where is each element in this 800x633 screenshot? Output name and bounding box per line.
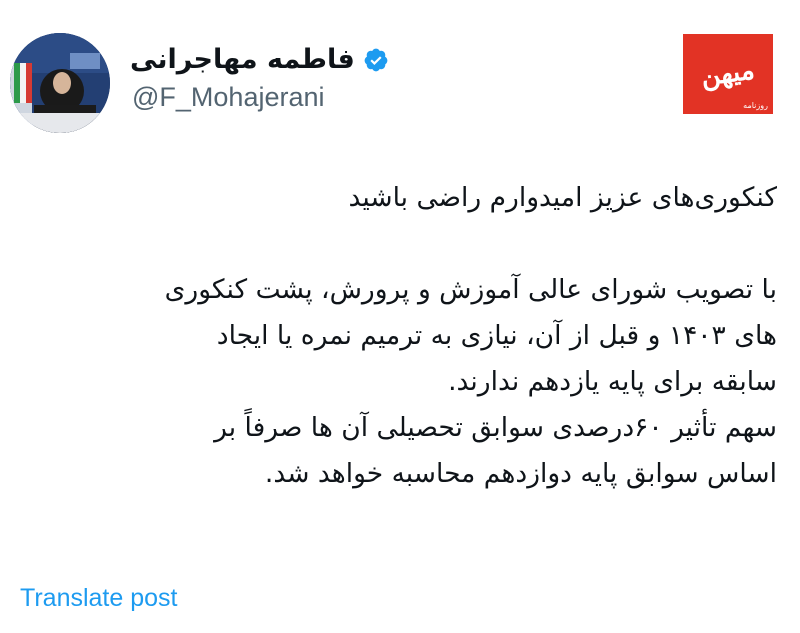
translate-post-link[interactable]: Translate post [20,584,177,613]
tweet-line: با تصویب شورای عالی آموزش و پرورش، پشت ک… [164,274,777,305]
avatar-photo [10,33,110,133]
author-handle[interactable]: @F_Mohajerani [132,82,325,113]
tweet-line: کنکوری‌های عزیز امیدوارم راضی باشید [348,182,777,213]
tweet-line: های ۱۴۰۳ و قبل از آن، نیازی به ترمیم نمر… [216,320,777,351]
source-logo: میهن روزنامه [683,34,773,114]
author-name-row[interactable]: فاطمه مهاجرانی [130,44,389,75]
author-avatar[interactable] [10,33,110,133]
author-display-name[interactable]: فاطمه مهاجرانی [130,44,355,75]
tweet-text: کنکوری‌های عزیز امیدوارم راضی باشید با ت… [18,175,777,497]
tweet-line: سهم تأثیر ۶۰درصدی سوابق تحصیلی آن ها صرف… [214,412,777,443]
verified-badge-icon [364,48,388,71]
source-logo-subtext: روزنامه [743,101,768,110]
tweet-line: سابقه برای پایه یازدهم ندارند. [448,366,777,397]
source-logo-text: میهن [699,55,757,93]
tweet-line: اساس سوابق پایه دوازدهم محاسبه خواهد شد. [264,458,777,489]
